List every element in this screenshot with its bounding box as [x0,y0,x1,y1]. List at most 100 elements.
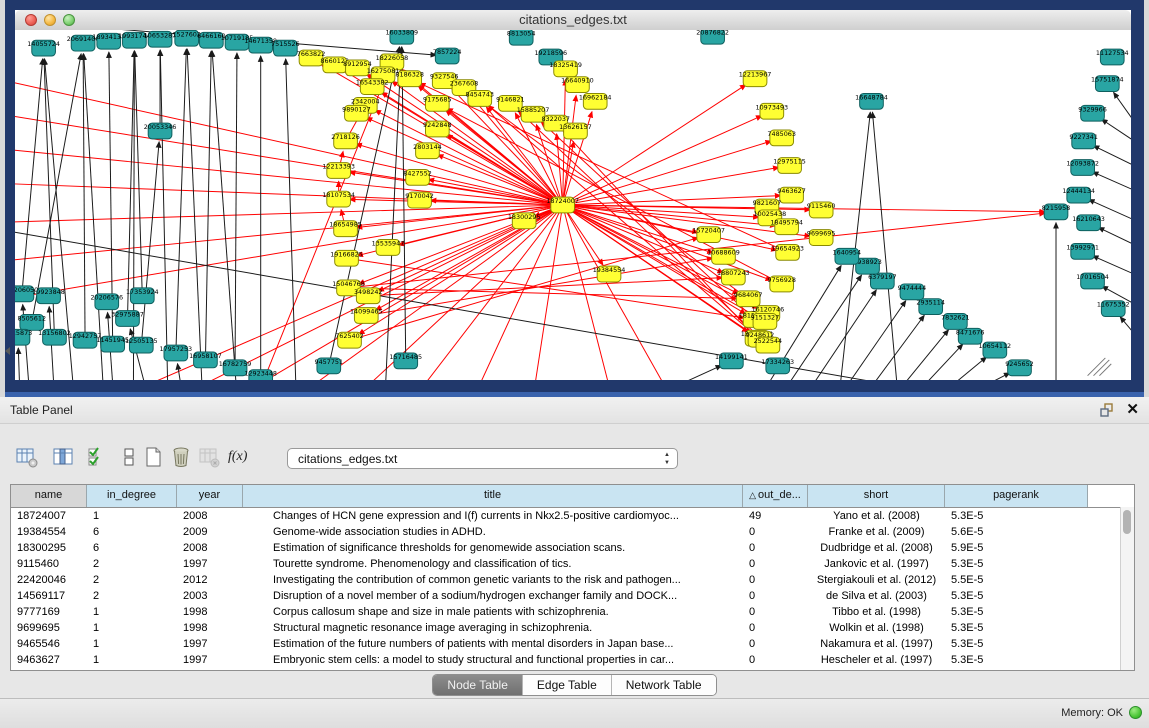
network-node[interactable]: 16958107 [189,352,222,368]
table-scrollbar[interactable] [1120,507,1134,670]
network-node[interactable]: 12093872 [1066,160,1099,176]
network-canvas[interactable]: 1405572420691406189341311993174410653287… [15,30,1131,380]
network-node[interactable]: 9227341 [1069,133,1098,149]
network-node[interactable]: 14199141 [715,353,748,369]
network-edge-black[interactable] [178,364,183,380]
network-node[interactable]: 18300295 [508,213,541,229]
float-panel-icon[interactable] [1099,402,1115,418]
network-edge-black[interactable] [83,54,85,340]
network-node[interactable]: 9457751 [315,358,344,374]
network-node[interactable]: 19384554 [593,266,626,282]
network-edge-red[interactable] [438,155,563,205]
network-edge-black[interactable] [839,112,870,380]
network-edge-red[interactable] [563,141,772,205]
tab-network-table[interactable]: Network Table [612,675,716,695]
table-row[interactable]: 911546021997Tourette syndrome. Phenomeno… [11,556,1134,572]
network-node[interactable]: 9115460 [807,202,836,218]
network-node[interactable]: 2803144 [413,143,442,159]
network-edge-black[interactable] [133,51,134,380]
network-node[interactable]: 15716485 [389,353,422,369]
network-edge-red[interactable] [563,196,781,205]
network-edge-black[interactable] [1114,92,1131,121]
network-node[interactable]: 10688609 [707,248,740,264]
network-node[interactable]: 2522544 [754,337,783,353]
network-node[interactable]: 20206576 [90,294,123,310]
network-edge-black[interactable] [1102,119,1131,141]
column-header-short[interactable]: short [808,485,945,507]
network-edge-black[interactable] [651,365,721,380]
network-node[interactable]: 12505135 [125,337,158,353]
network-node[interactable]: 16033809 [385,30,418,44]
network-node[interactable]: 9170042 [405,192,434,208]
network-edge-black[interactable] [84,54,104,380]
network-node[interactable]: 7625402 [335,332,364,348]
network-node[interactable]: 16640910 [561,77,594,93]
network-node[interactable]: 17353924 [126,288,159,304]
network-node[interactable]: 9463627 [777,187,806,203]
tab-node-table[interactable]: Node Table [433,675,523,695]
network-edge-black[interactable] [286,59,297,380]
table-row[interactable]: 1872400712008Changes of HCN gene express… [11,508,1134,524]
memory-ok-indicator-icon[interactable] [1129,706,1142,719]
network-node[interactable]: 18654985 [329,221,362,237]
network-node[interactable]: 12923448 [244,370,277,380]
network-node[interactable]: 10973493 [756,103,789,119]
network-edge-black[interactable] [893,330,948,380]
network-node[interactable]: 9684067 [734,291,763,307]
function-builder-icon[interactable]: f(x) [228,446,258,468]
network-node[interactable]: 12213967 [739,71,772,87]
network-edge-red[interactable] [349,213,1046,288]
network-node[interactable]: 6379197 [868,273,897,289]
network-node[interactable]: 14055724 [27,40,60,56]
tab-edge-table[interactable]: Edge Table [523,675,612,695]
window-titlebar[interactable]: citations_edges.txt [15,10,1131,31]
network-node[interactable]: 20876822 [696,30,729,44]
column-header-out_de[interactable]: △out_de... [743,485,808,507]
network-node[interactable]: 9756928 [767,276,796,292]
table-row[interactable]: 1456911722003Disruption of a novel membe… [11,588,1134,604]
show-column-icon[interactable] [52,446,74,468]
network-node[interactable]: 2935114 [916,299,945,315]
network-node[interactable]: 12213393 [322,162,355,178]
network-edge-red[interactable] [15,62,563,205]
network-node[interactable]: 9890127 [342,105,371,121]
network-node[interactable]: 15720407 [692,227,725,243]
network-node[interactable]: 13535947 [372,239,405,255]
network-node[interactable]: 13156802 [38,329,71,345]
delete-table-icon[interactable] [170,446,192,468]
network-node[interactable]: 9151327 [751,313,780,329]
network-node[interactable]: 1640954 [833,248,862,264]
network-edge-red[interactable] [15,205,563,225]
network-edge-red[interactable] [563,205,672,380]
network-edge-black[interactable] [18,348,20,380]
column-header-in_degree[interactable]: in_degree [87,485,177,507]
network-node[interactable]: 8215958 [1042,204,1071,220]
network-edge-black[interactable] [160,50,168,380]
network-node[interactable]: 9329966 [1078,105,1107,121]
network-edge-black[interactable] [1093,172,1131,190]
network-node[interactable]: 9245652 [1005,360,1034,376]
network-node[interactable]: 12975115 [773,158,806,174]
network-node[interactable]: 7832621 [941,313,970,329]
network-node[interactable]: 18807243 [717,269,750,285]
network-edge-black[interactable] [235,53,237,368]
network-node[interactable]: 14099465 [350,308,383,324]
network-node[interactable]: 11675352 [1097,301,1130,317]
network-node[interactable]: 19166825 [330,250,363,266]
network-edge-black[interactable] [1093,146,1131,166]
network-edge-black[interactable] [1098,227,1131,244]
network-node[interactable]: 7515526 [271,40,300,56]
network-node[interactable]: 20053346 [144,123,177,139]
network-edge-black[interactable] [962,373,1010,380]
network-edge-black[interactable] [938,357,987,380]
network-edge-red[interactable] [533,205,563,380]
table-settings-icon[interactable] [16,446,38,468]
network-node[interactable]: 8186328 [395,71,424,87]
network-node[interactable]: 15751874 [1091,76,1124,92]
network-node[interactable]: 8505612 [18,314,47,330]
network-node[interactable]: 16210643 [1072,215,1105,231]
row-height-icon[interactable] [118,446,140,468]
resize-grip[interactable] [1088,358,1112,376]
network-node[interactable]: 18325419 [549,61,582,77]
network-node[interactable]: 9474444 [898,284,927,300]
